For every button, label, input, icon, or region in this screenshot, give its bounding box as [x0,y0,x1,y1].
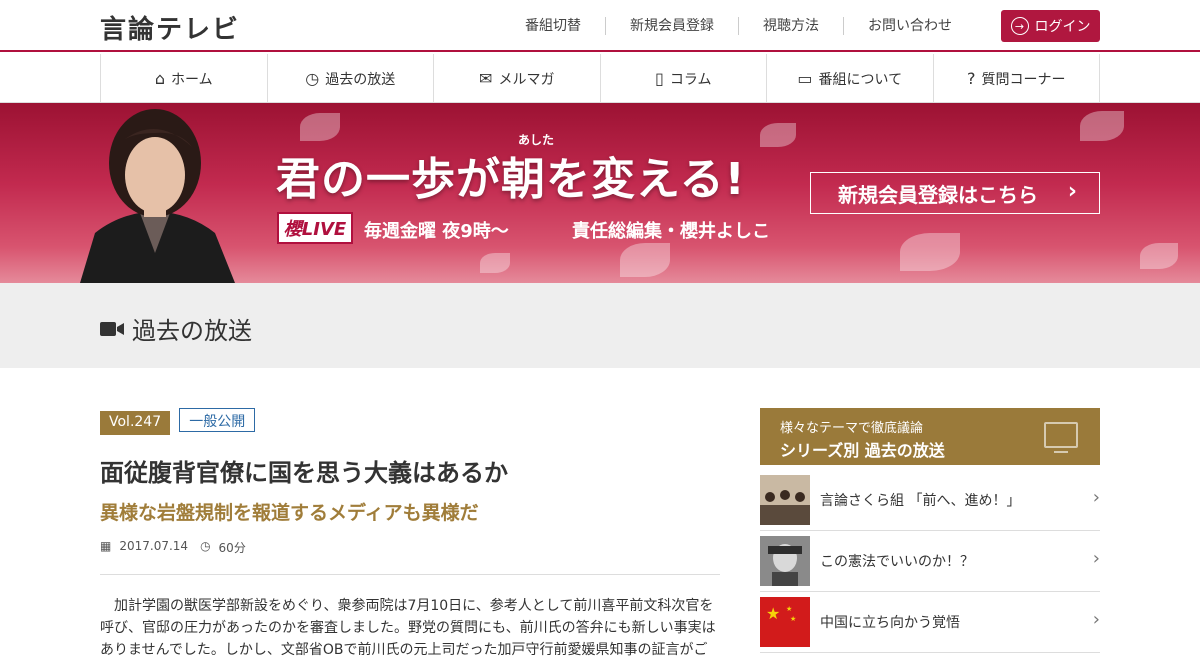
header: 言論テレビ 番組切替 新規会員登録 視聴方法 お問い合わせ → ログイン [0,0,1200,52]
series-item[interactable]: 言論さくら組 「前へ、進め！」 › [760,470,1100,531]
toplink-program-switch[interactable]: 番組切替 [501,17,605,35]
site-logo[interactable]: 言論テレビ [100,9,240,46]
series-label: 言論さくら組 「前へ、進め！」 [820,493,1021,509]
volume-badge: Vol.247 [100,411,171,435]
petal-decoration [900,233,960,271]
petal-decoration [620,243,670,277]
nav-past-broadcasts[interactable]: ◷ 過去の放送 [268,54,434,103]
nav-questions[interactable]: ? 質問コーナー [934,54,1100,103]
login-icon: → [1010,17,1029,35]
petal-decoration [760,123,796,147]
series-thumbnail: ★ ★ ★ [760,597,810,647]
petal-decoration [1140,243,1178,269]
toplink-register[interactable]: 新規会員登録 [605,17,738,35]
article-title: 面従腹背官僚に国を思う大義はあるか [100,459,508,487]
mail-icon: ✉ [479,69,493,88]
series-item[interactable]: この憲法でいいのか！？ › [760,531,1100,592]
article-duration: 60分 [218,541,246,555]
article-meta: ▦ 2017.07.14 ◷ 60分 [100,539,720,556]
series-thumbnail [760,536,810,586]
register-cta-button[interactable]: 新規会員登録はこちら › [810,172,1100,214]
nav-home[interactable]: ⌂ ホーム [101,54,268,103]
nav-home-label: ホーム [171,71,213,88]
nav-about[interactable]: ▭ 番組について [767,54,934,103]
register-cta-label: 新規会員登録はこちら [838,182,1038,207]
banner-title: 君の一歩が朝を変える! [276,154,746,205]
svg-text:★: ★ [790,615,796,623]
series-label: 中国に立ち向かう覚悟 [820,615,960,631]
nav-questions-label: 質問コーナー [981,71,1066,88]
series-item[interactable]: ★ ★ ★ 中国に立ち向かう覚悟 › [760,592,1100,653]
article-date: 2017.07.14 [119,539,189,553]
section-title: 過去の放送 [100,311,252,346]
chevron-right-icon: › [1092,548,1100,569]
petal-decoration [1080,111,1124,141]
svg-text:★: ★ [766,604,780,623]
nav-column[interactable]: ▯ コラム [601,54,767,103]
petal-decoration [300,113,340,141]
series-thumbnail [760,475,810,525]
login-label: ログイン [1034,19,1091,35]
document-icon: ▯ [655,69,664,88]
chevron-right-icon: › [1067,179,1077,204]
nav-newsletter-label: メルマガ [498,71,555,88]
host-portrait [80,109,235,283]
article-subtitle: 異様な岩盤規制を報道するメディアも異様だ [100,502,479,524]
article-body: 加計学園の獣医学部新設をめぐり、衆参両院は7月10日に、参考人として前川喜平前文… [100,598,716,658]
editor-credit: 責任総編集・櫻井よしこ [572,221,770,242]
clock-icon: ◷ [305,69,320,88]
section-header: 過去の放送 [0,283,1200,368]
top-links: 番組切替 新規会員登録 視聴方法 お問い合わせ [501,17,976,35]
tv-icon: ▭ [797,69,813,88]
hero-banner[interactable]: あした 君の一歩が朝を変える! 櫻LIVE 毎週金曜 夜9時〜 責任総編集・櫻井… [0,103,1200,283]
question-icon: ? [967,69,976,88]
svg-text:★: ★ [786,605,792,613]
section-title-text: 過去の放送 [132,317,252,345]
live-badge: 櫻LIVE [277,212,353,244]
login-button[interactable]: → ログイン [1001,10,1100,42]
article-divider [100,574,720,575]
nav-column-label: コラム [669,71,712,88]
series-list: 言論さくら組 「前へ、進め！」 › この憲法でいいのか！？ › ★ ★ ★ 中国… [760,470,1100,653]
series-label: この憲法でいいのか！？ [820,554,974,570]
nav-newsletter[interactable]: ✉ メルマガ [434,54,601,103]
video-camera-icon [100,321,124,336]
petal-decoration [480,253,510,273]
tv-icon [1044,422,1078,453]
toplink-how-to-watch[interactable]: 視聴方法 [738,17,843,35]
series-panel-header[interactable]: 様々なテーマで徹底議論 シリーズ別 過去の放送 [760,408,1100,465]
chevron-right-icon: › [1092,487,1100,508]
series-panel-title: シリーズ別 過去の放送 [780,441,945,460]
toplink-contact[interactable]: お問い合わせ [843,17,976,35]
article: Vol.247 一般公開 面従腹背官僚に国を思う大義はあるか 異様な岩盤規制を報… [100,408,720,661]
calendar-icon: ▦ [100,539,112,553]
broadcast-schedule: 毎週金曜 夜9時〜 [364,221,509,242]
nav-past-label: 過去の放送 [325,71,396,88]
access-badge: 一般公開 [179,408,256,432]
series-panel-caption: 様々なテーマで徹底議論 [780,421,924,436]
main-nav: ⌂ ホーム ◷ 過去の放送 ✉ メルマガ ▯ コラム ▭ 番組について ? 質問… [100,54,1100,103]
home-icon: ⌂ [154,69,166,88]
nav-about-label: 番組について [818,71,903,88]
chevron-right-icon: › [1092,609,1100,630]
clock-icon: ◷ [200,539,211,553]
